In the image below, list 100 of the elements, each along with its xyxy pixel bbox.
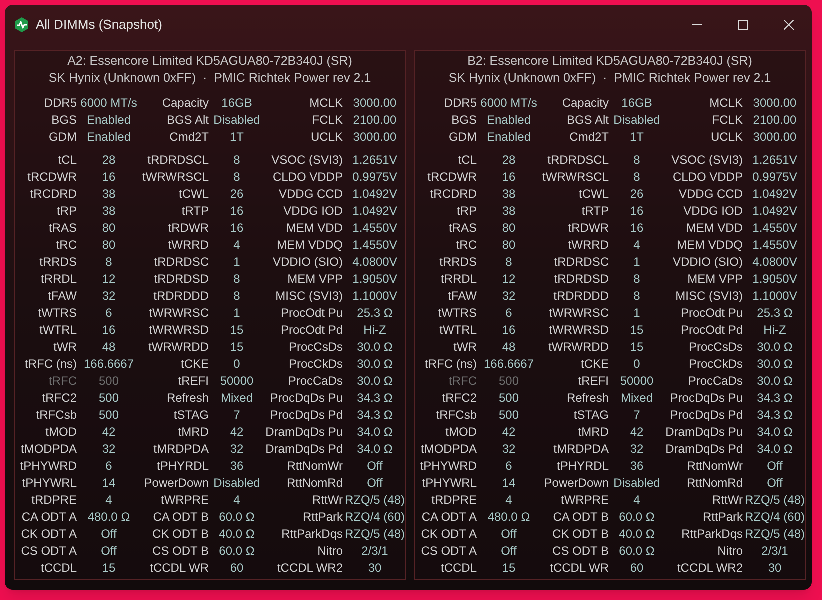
parameter-label: RttWr [712, 492, 744, 509]
parameter-label: Capacity [161, 95, 210, 112]
parameter-value: 1.9050V [752, 271, 798, 288]
parameter-value: 2/3/1 [760, 543, 790, 560]
parameter-label: tRDPRE [430, 492, 478, 509]
parameter-label: RttNomWr [686, 458, 744, 475]
parameter-label: MISC (SVI3) [274, 288, 344, 305]
parameter-label: MEM VDDQ [276, 237, 344, 254]
parameter-value: 480.0 Ω [86, 509, 132, 526]
parameter-label: tWRPRE [560, 492, 610, 509]
parameter-value: 4 [232, 492, 242, 509]
parameter-label: tRDRDDD [152, 288, 210, 305]
parameter-value: 1.1000V [352, 288, 398, 305]
parameter-value: 7 [232, 407, 242, 424]
parameter-value: 16 [101, 322, 117, 339]
parameter-label: ProcDqDs Pu [669, 390, 744, 407]
parameter-value: 34.0 Ω [756, 424, 794, 441]
parameter-label: ProcCaDs [687, 373, 744, 390]
parameter-value: 2100.00 [752, 112, 798, 129]
parameter-label: tRFC [448, 373, 478, 390]
parameter-label: tPHYRDL [156, 458, 210, 475]
parameter-label: tRDPRE [30, 492, 78, 509]
parameter-label: ProcCsDs [288, 339, 344, 356]
parameter-value: 42 [229, 424, 245, 441]
parameter-value: Hi-Z [362, 322, 388, 339]
parameter-label: RttWr [312, 492, 344, 509]
parameter-value: Off [500, 526, 518, 543]
parameter-label: tMRD [577, 424, 610, 441]
parameter-label: tCKE [580, 356, 610, 373]
parameter-label: tWTRL [438, 322, 478, 339]
parameter-value: 28 [501, 152, 517, 169]
parameter-label: tCCDL WR2 [676, 560, 744, 577]
parameter-label: tCL [457, 152, 478, 169]
parameter-value: 500 [98, 390, 120, 407]
parameter-label: tWRWRSD [148, 322, 210, 339]
parameter-value: 40.0 Ω [618, 526, 656, 543]
parameter-value: 50000 [219, 373, 255, 390]
parameter-label: tWRPRE [160, 492, 210, 509]
parameter-label: VDDG CCD [678, 186, 744, 203]
parameter-value: 500 [498, 390, 520, 407]
parameter-value: 1 [232, 305, 242, 322]
parameter-value: 16 [101, 169, 117, 186]
parameter-label: VDDIO (SIO) [672, 254, 744, 271]
parameter-label: tRFC (ns) [24, 356, 78, 373]
parameter-value: 25.3 Ω [756, 305, 794, 322]
parameter-label: tRC [455, 237, 478, 254]
parameter-label: Capacity [561, 95, 610, 112]
parameter-label: tSTAG [172, 407, 210, 424]
parameter-value: 1.4550V [752, 220, 798, 237]
parameter-label: CS ODT B [152, 543, 210, 560]
parameter-label: UCLK [310, 129, 344, 146]
parameter-label: Nitro [316, 543, 344, 560]
parameter-value: Hi-Z [762, 322, 788, 339]
close-icon [784, 20, 794, 30]
parameter-value: 32 [501, 441, 517, 458]
parameter-value: 34.3 Ω [356, 407, 394, 424]
parameter-value: 26 [629, 186, 645, 203]
parameter-label: tMOD [44, 424, 78, 441]
parameter-label: ProcCsDs [688, 339, 744, 356]
parameter-value: Enabled [86, 129, 132, 146]
parameter-label: MEM VPP [286, 271, 344, 288]
parameter-value: 30.0 Ω [756, 373, 794, 390]
parameter-label: tRC [55, 237, 78, 254]
parameter-label: CA ODT B [152, 509, 210, 526]
parameter-label: DramDqDs Pu [664, 424, 744, 441]
parameter-label: tCCDL WR [549, 560, 610, 577]
parameter-label: DramDqDs Pd [664, 441, 744, 458]
pulse-icon [14, 17, 30, 33]
parameter-label: MCLK [308, 95, 344, 112]
parameter-label: BGS Alt [166, 112, 210, 129]
parameter-label: tCKE [180, 356, 210, 373]
parameter-value: 480.0 Ω [486, 509, 532, 526]
dimm-header: A2: Essencore Limited KD5AGUA80-72B340J (SR) [68, 53, 352, 70]
parameter-value: 6 [104, 305, 114, 322]
parameter-value: 32 [101, 441, 117, 458]
parameter-value: 15 [629, 322, 645, 339]
parameter-label: tRDRDSD [553, 271, 610, 288]
parameter-value: 34.3 Ω [756, 407, 794, 424]
parameter-label: tWR [452, 339, 478, 356]
parameter-value: 0 [232, 356, 242, 373]
parameter-label: tPHYWRL [21, 475, 78, 492]
parameter-value: 500 [98, 373, 120, 390]
parameter-value: 34.0 Ω [756, 441, 794, 458]
parameter-label: tMRD [177, 424, 210, 441]
parameter-label: tRRDS [438, 254, 478, 271]
parameter-label: CS ODT A [20, 543, 78, 560]
parameter-value: Mixed [620, 390, 654, 407]
parameter-label: ProcCkDs [688, 356, 744, 373]
parameter-value: 1 [632, 254, 642, 271]
parameter-label: tWRWRDD [148, 339, 210, 356]
parameter-label: CK ODT A [420, 526, 478, 543]
parameter-value: 8 [632, 288, 642, 305]
parameter-label: tRFC2 [41, 390, 78, 407]
parameter-value: Disabled [212, 475, 262, 492]
parameter-value: 42 [629, 424, 645, 441]
parameter-label: GDM [448, 129, 478, 146]
parameter-label: tRDRDSD [153, 271, 210, 288]
parameter-label: UCLK [710, 129, 744, 146]
parameter-value: 48 [501, 339, 517, 356]
parameter-label: ProcOdt Pd [280, 322, 344, 339]
